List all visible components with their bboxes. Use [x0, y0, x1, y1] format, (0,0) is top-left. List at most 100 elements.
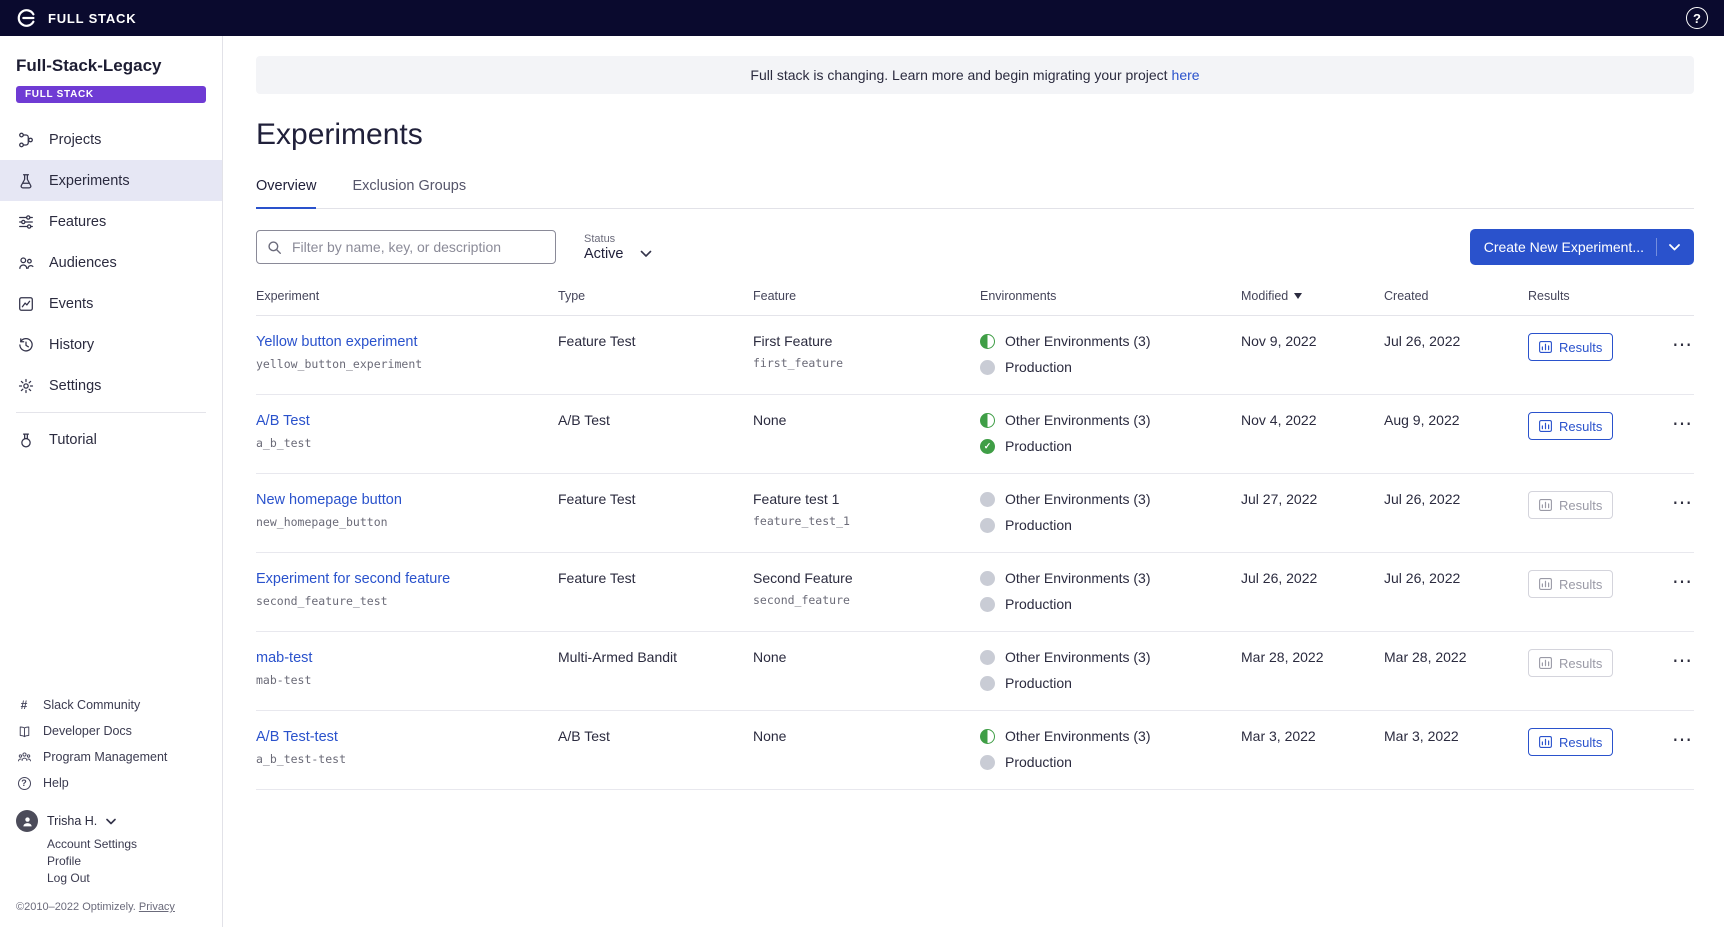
logout-link[interactable]: Log Out [47, 870, 206, 887]
sidebar-item-label: Projects [49, 131, 102, 148]
sidebar-item-label: Tutorial [49, 431, 97, 448]
feature-name: None [753, 412, 787, 428]
results-button[interactable]: Results [1528, 649, 1614, 677]
filter-search-box[interactable] [256, 230, 556, 264]
top-bar: FULL STACK ? [0, 0, 1724, 36]
sidebar-divider [16, 412, 206, 413]
results-button[interactable]: Results [1528, 570, 1614, 598]
sidebar-item-tutorial[interactable]: Tutorial [0, 419, 222, 460]
experiment-name-link[interactable]: A/B Test [256, 413, 310, 429]
create-new-experiment-button[interactable]: Create New Experiment... [1469, 229, 1694, 265]
production-label: Production [1005, 596, 1072, 612]
footer-link-label: Slack Community [43, 698, 141, 712]
footer-link-label: Help [43, 776, 69, 790]
table-row: A/B Test a_b_test A/B Test None Other En… [256, 395, 1694, 474]
results-button[interactable]: Results [1528, 412, 1614, 440]
project-name: Full-Stack-Legacy [16, 56, 162, 75]
row-overflow-menu[interactable]: ⋯ [1668, 728, 1696, 752]
account-settings-link[interactable]: Account Settings [47, 836, 206, 853]
other-environments-status-icon [980, 728, 995, 744]
feature-name: Second Feature [753, 570, 853, 586]
row-overflow-menu[interactable]: ⋯ [1668, 333, 1696, 357]
row-overflow-menu[interactable]: ⋯ [1668, 412, 1696, 436]
production-status-icon [980, 596, 995, 612]
production-status-icon [980, 359, 995, 375]
row-overflow-menu[interactable]: ⋯ [1668, 649, 1696, 673]
experiment-name-link[interactable]: Yellow button experiment [256, 334, 417, 350]
column-header-experiment[interactable]: Experiment [256, 289, 558, 303]
sidebar-item-experiments[interactable]: Experiments [0, 160, 222, 201]
table-row: Yellow button experiment yellow_button_e… [256, 316, 1694, 395]
production-label: Production [1005, 359, 1072, 375]
sidebar-link-slack-community[interactable]: # Slack Community [0, 692, 222, 718]
sidebar-item-events[interactable]: Events [0, 283, 222, 324]
filter-input[interactable] [290, 238, 545, 256]
banner-here-link[interactable]: here [1172, 67, 1200, 83]
column-header-feature[interactable]: Feature [753, 289, 980, 303]
experiment-type: A/B Test [558, 412, 610, 428]
user-menu[interactable]: Trisha H. [16, 810, 206, 832]
experiment-name-link[interactable]: A/B Test-test [256, 729, 338, 745]
question-circle-icon: ? [16, 775, 32, 791]
experiment-type: A/B Test [558, 728, 610, 744]
results-button[interactable]: Results [1528, 333, 1614, 361]
feature-key: second_feature [753, 593, 850, 607]
hash-icon: # [20, 698, 28, 712]
sidebar-item-label: Events [49, 295, 94, 312]
other-environments-status-icon [980, 570, 995, 586]
other-environments-status-icon [980, 649, 995, 665]
privacy-link[interactable]: Privacy [139, 901, 175, 913]
sidebar-item-audiences[interactable]: Audiences [0, 242, 222, 283]
projects-icon [16, 130, 36, 150]
button-divider [1656, 238, 1657, 256]
experiment-key: mab-test [256, 673, 312, 687]
experiment-key: new_homepage_button [256, 515, 388, 529]
status-value: Active [584, 245, 624, 262]
column-header-environments[interactable]: Environments [980, 289, 1241, 303]
main-content: Full stack is changing. Learn more and b… [223, 36, 1724, 927]
experiment-type: Feature Test [558, 570, 636, 586]
production-label: Production [1005, 754, 1072, 770]
modified-date: Jul 27, 2022 [1241, 491, 1318, 507]
sidebar-item-settings[interactable]: Settings [0, 365, 222, 406]
sidebar-link-help[interactable]: ? Help [0, 770, 222, 796]
other-environments-label: Other Environments (3) [1005, 570, 1151, 586]
sidebar-item-features[interactable]: Features [0, 201, 222, 242]
experiment-name-link[interactable]: New homepage button [256, 492, 402, 508]
modified-date: Nov 4, 2022 [1241, 412, 1317, 428]
table-row: New homepage button new_homepage_button … [256, 474, 1694, 553]
production-label: Production [1005, 438, 1072, 454]
production-status-icon [980, 675, 995, 691]
table-row: Experiment for second feature second_fea… [256, 553, 1694, 632]
column-header-modified[interactable]: Modified [1241, 289, 1384, 303]
column-header-results[interactable]: Results [1528, 289, 1668, 303]
production-label: Production [1005, 675, 1072, 691]
results-button[interactable]: Results [1528, 728, 1614, 756]
column-header-type[interactable]: Type [558, 289, 753, 303]
created-date: Jul 26, 2022 [1384, 333, 1461, 349]
feature-key: first_feature [753, 356, 844, 370]
profile-link[interactable]: Profile [47, 853, 206, 870]
sidebar-link-program-management[interactable]: Program Management [0, 744, 222, 770]
experiment-key: yellow_button_experiment [256, 357, 423, 371]
results-button[interactable]: Results [1528, 491, 1614, 519]
row-overflow-menu[interactable]: ⋯ [1668, 570, 1696, 594]
created-date: Mar 3, 2022 [1384, 728, 1459, 744]
bar-chart-icon [1539, 657, 1552, 669]
sidebar-link-developer-docs[interactable]: Developer Docs [0, 718, 222, 744]
user-name: Trisha H. [47, 814, 98, 828]
feature-name: First Feature [753, 333, 833, 349]
sidebar-item-projects[interactable]: Projects [0, 119, 222, 160]
table-row: A/B Test-test a_b_test-test A/B Test Non… [256, 711, 1694, 790]
experiment-key: a_b_test-test [256, 752, 347, 766]
status-dropdown[interactable]: Status Active [584, 233, 652, 262]
help-icon[interactable]: ? [1686, 7, 1708, 29]
other-environments-status-icon [980, 412, 995, 428]
experiment-name-link[interactable]: mab-test [256, 650, 312, 666]
experiment-name-link[interactable]: Experiment for second feature [256, 571, 450, 587]
tab-overview[interactable]: Overview [256, 178, 317, 209]
tab-exclusion-groups[interactable]: Exclusion Groups [352, 178, 466, 208]
row-overflow-menu[interactable]: ⋯ [1668, 491, 1696, 515]
column-header-created[interactable]: Created [1384, 289, 1528, 303]
sidebar-item-history[interactable]: History [0, 324, 222, 365]
